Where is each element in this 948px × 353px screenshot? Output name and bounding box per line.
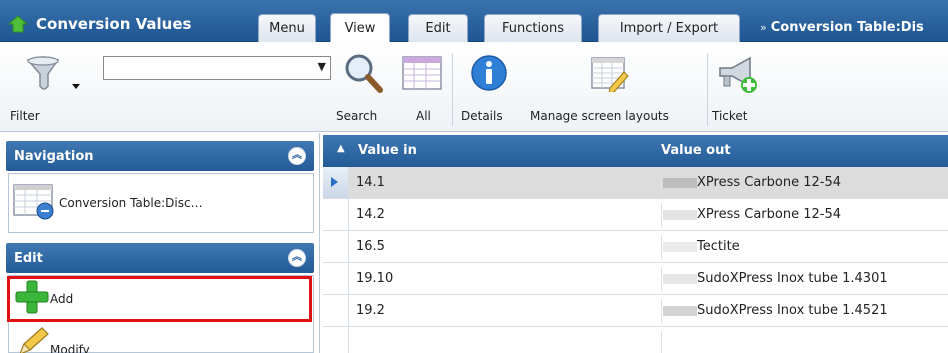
sort-ascending-icon[interactable]: ▲ [337, 143, 345, 154]
collapse-up-icon[interactable]: ︽ [288, 147, 306, 165]
funnel-icon [22, 56, 64, 100]
search-label: Search [336, 109, 378, 123]
table-row[interactable]: 14.1 XPress Carbone 12-54 [323, 167, 948, 199]
modify-label: Modify [50, 343, 90, 353]
cell-value-in: 14.2 [356, 207, 385, 222]
toolbar-separator [452, 54, 453, 126]
table-row[interactable]: 19.10 SudoXPress Inox tube 1.4301 [323, 263, 948, 295]
plus-icon [14, 279, 50, 319]
magnifier-icon [342, 52, 384, 98]
add-label: Add [50, 292, 74, 306]
manage-layouts-button[interactable]: Manage screen layouts [526, 48, 704, 128]
all-label: All [416, 109, 431, 123]
cell-value-in: 16.5 [356, 239, 385, 254]
modify-button[interactable]: Modify [10, 326, 310, 353]
toolbar-separator [707, 54, 708, 126]
details-button[interactable]: Details [458, 48, 520, 128]
pencil-icon [16, 326, 50, 353]
edit-header-label: Edit [14, 250, 43, 266]
chevron-down-icon[interactable]: ▼ [318, 60, 326, 73]
navigation-header[interactable]: Navigation ︽ [6, 141, 314, 171]
color-swatch [663, 178, 697, 188]
details-label: Details [461, 109, 503, 123]
table-row[interactable]: 19.2 SudoXPress Inox tube 1.4521 [323, 295, 948, 327]
column-divider [661, 171, 662, 195]
cell-value-in: 19.2 [356, 303, 385, 318]
ticket-button[interactable]: Ticket [710, 48, 766, 128]
column-divider [661, 299, 662, 323]
cell-value-out: XPress Carbone 12-54 [697, 175, 841, 190]
column-divider [661, 267, 662, 291]
column-divider [661, 235, 662, 259]
filter-select[interactable]: ▼ [103, 56, 331, 80]
values-grid: ▲ Value in Value out 14.1 XPress Carbone… [323, 135, 948, 353]
filter-button[interactable]: Filter [10, 48, 90, 128]
column-header-value-in[interactable]: Value in [358, 143, 417, 158]
filter-label: Filter [10, 109, 40, 123]
tab-edit[interactable]: Edit [408, 14, 468, 42]
cell-value-out: XPress Carbone 12-54 [697, 207, 841, 222]
nav-item-conversion-table[interactable]: Conversion Table:Disc… [8, 173, 314, 233]
column-header-value-out[interactable]: Value out [661, 143, 731, 158]
row-indicator[interactable] [323, 231, 349, 262]
nav-item-label: Conversion Table:Disc… [59, 196, 203, 210]
app-title-text: Conversion Values [36, 15, 192, 33]
breadcrumb-separator-icon: » [760, 21, 767, 34]
column-divider [661, 203, 662, 227]
breadcrumb-current: Conversion Table:Dis [770, 20, 924, 35]
manage-layouts-label: Manage screen layouts [530, 109, 669, 123]
color-swatch [663, 306, 697, 316]
toolbar: Filter ▼ Search All Details Manage scree… [0, 42, 948, 132]
tab-view[interactable]: View [330, 13, 390, 42]
color-swatch [663, 274, 697, 284]
cell-value-out: Tectite [697, 239, 740, 254]
cell-value-out: SudoXPress Inox tube 1.4301 [697, 271, 888, 286]
search-button[interactable]: Search [334, 48, 394, 128]
column-divider [661, 331, 662, 353]
dropdown-arrow-icon[interactable] [72, 84, 80, 89]
tab-menu[interactable]: Menu [258, 14, 316, 42]
navigation-header-label: Navigation [14, 148, 94, 164]
left-panel: Navigation ︽ Conversion Table:Disc… Edit… [0, 133, 320, 353]
tab-functions[interactable]: Functions [484, 14, 582, 42]
row-indicator[interactable] [323, 199, 349, 230]
grid-header: ▲ Value in Value out [323, 135, 948, 167]
all-button[interactable]: All [398, 48, 448, 128]
ticket-label: Ticket [712, 109, 748, 123]
table-row[interactable]: 16.5 Tectite [323, 231, 948, 263]
cell-value-in: 14.1 [356, 175, 385, 190]
table-row[interactable]: 14.2 XPress Carbone 12-54 [323, 199, 948, 231]
tab-import-export[interactable]: Import / Export [598, 14, 740, 42]
collapse-up-icon[interactable]: ︽ [288, 249, 306, 267]
color-swatch [663, 242, 697, 252]
row-indicator[interactable] [323, 263, 349, 294]
cell-value-in: 19.10 [356, 271, 394, 286]
title-bar: Conversion Values Menu View Edit Functio… [0, 0, 948, 42]
cell-value-out: SudoXPress Inox tube 1.4521 [697, 303, 888, 318]
row-indicator[interactable] [323, 327, 349, 353]
table-grid-icon [402, 56, 442, 94]
add-button[interactable]: Add [7, 276, 312, 322]
layout-edit-icon [590, 56, 630, 96]
current-row-icon [331, 177, 338, 187]
table-link-icon [13, 181, 57, 225]
breadcrumb: » Conversion Table:Dis [760, 20, 924, 35]
app-title: Conversion Values [8, 12, 191, 36]
row-indicator[interactable] [323, 295, 349, 326]
megaphone-add-icon [716, 54, 760, 100]
row-indicator[interactable] [323, 167, 349, 198]
edit-header[interactable]: Edit ︽ [6, 243, 314, 273]
table-row[interactable] [323, 327, 948, 353]
home-arrow-icon[interactable] [8, 15, 28, 33]
color-swatch [663, 210, 697, 220]
info-icon [470, 54, 508, 96]
